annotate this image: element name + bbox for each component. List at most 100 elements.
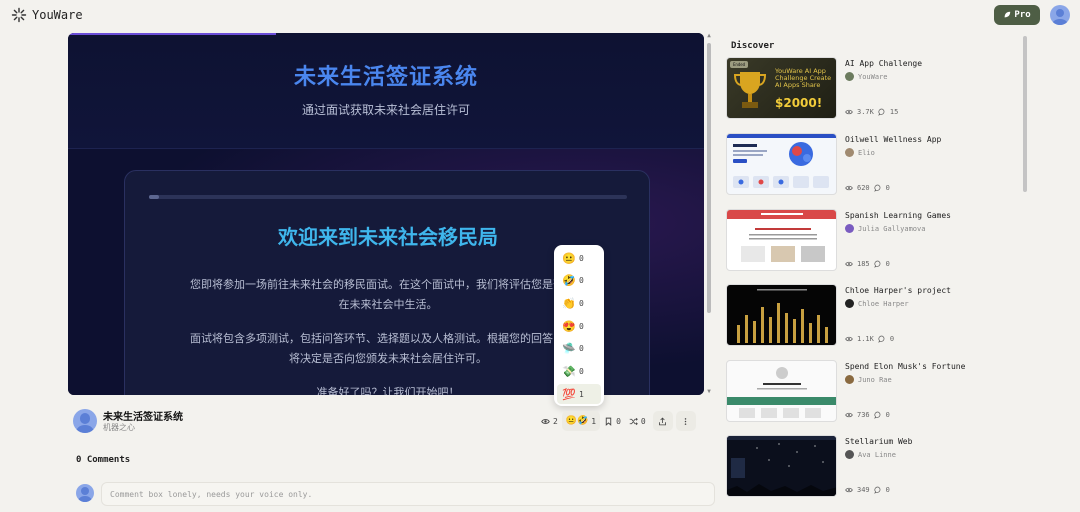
discover-item-title[interactable]: Stellarium Web — [845, 437, 912, 446]
discover-item-author[interactable]: YouWare — [845, 72, 888, 81]
bookmark-count: 0 — [616, 416, 621, 426]
author-avatar — [845, 450, 854, 459]
discover-item-title[interactable]: Chloe Harper's project — [845, 286, 951, 295]
top-bar: YouWare Pro — [0, 0, 1080, 30]
project-name: 未来生活签证系统 — [103, 412, 183, 423]
eye-icon — [845, 261, 853, 267]
scroll-thumb[interactable] — [707, 43, 711, 313]
author-name: YouWare — [858, 72, 888, 81]
stellarium-preview-image — [727, 436, 836, 496]
discover-item[interactable]: Ended YouWare AI App Challenge Create AI… — [726, 57, 1022, 121]
discover-item-author[interactable]: Ava Linne — [845, 450, 896, 459]
reaction-ufo[interactable]: 🛸 0 — [557, 338, 601, 358]
comment-input[interactable] — [101, 482, 715, 506]
discover-item-title[interactable]: Spanish Learning Games — [845, 211, 951, 220]
elon-preview-image — [727, 367, 836, 418]
youware-logo-icon — [11, 7, 27, 23]
project-author[interactable]: 机器之心 — [103, 422, 135, 433]
author-name: Chloe Harper — [858, 299, 909, 308]
discover-item-stats: 1.1K 0 — [845, 335, 894, 343]
views-count: 2 — [553, 416, 558, 426]
discover-item-stats: 185 0 — [845, 260, 890, 268]
discover-thumbnail[interactable] — [726, 133, 837, 195]
reaction-count: 0 — [579, 275, 584, 285]
discover-thumbnail[interactable] — [726, 284, 837, 346]
discover-item[interactable]: Spanish Learning Games Julia Gallyamova … — [726, 209, 1022, 273]
intro-paragraph-1: 您即将参加一场前往未来社会的移民面试。在这个面试中，我们将评估您是否适合在未来社… — [190, 278, 586, 311]
scroll-down-icon[interactable]: ▼ — [706, 389, 712, 395]
user-avatar[interactable] — [1050, 5, 1070, 25]
ufo-icon: 🛸 — [562, 341, 576, 355]
views-count: 620 — [857, 184, 870, 192]
discover-item-title[interactable]: Oilwell Wellness App — [845, 135, 941, 144]
progress-fill — [149, 195, 159, 199]
bookmark-button[interactable]: 0 — [600, 411, 625, 431]
discover-item[interactable]: Oilwell Wellness App Elio 620 0 — [726, 133, 1022, 197]
app-preview[interactable]: 未来生活签证系统 通过面试获取未来社会居住许可 欢迎来到未来社会移民局 您即将参… — [68, 33, 704, 395]
discover-thumbnail[interactable] — [726, 360, 837, 422]
discover-item-author[interactable]: Julia Gallyamova — [845, 224, 925, 233]
reaction-total: 1 — [591, 416, 597, 426]
challenge-text: YouWare AI App Challenge Create AI Apps … — [775, 67, 832, 89]
preview-scrollbar[interactable]: ▲ ▼ — [706, 33, 712, 395]
reaction-neutral[interactable]: 😐 0 — [557, 248, 601, 268]
comments-count: 0 — [885, 411, 890, 419]
reaction-money[interactable]: 💸 0 — [557, 361, 601, 381]
leaf-icon — [1004, 11, 1011, 18]
comment-icon — [878, 108, 885, 116]
eye-icon — [845, 336, 853, 342]
reaction-count: 0 — [579, 343, 584, 353]
discover-item-stats: 620 0 — [845, 184, 890, 192]
eye-icon — [541, 418, 550, 424]
reaction-clap[interactable]: 👏 0 — [557, 293, 601, 313]
discover-thumbnail[interactable] — [726, 209, 837, 271]
discover-item-stats: 349 0 — [845, 486, 890, 494]
views-count: 1.1K — [857, 335, 874, 343]
reaction-count: 1 — [579, 389, 584, 399]
intro-paragraph-2: 面试将包含多项测试，包括问答环节、选择题以及人格测试。根据您的回答，我们将决定是… — [190, 332, 586, 365]
comment-icon — [873, 184, 881, 192]
discover-title: Discover — [731, 41, 775, 51]
comments-count: 0 — [885, 260, 890, 268]
eye-icon — [845, 487, 853, 493]
discover-item-author[interactable]: Juno Rae — [845, 375, 892, 384]
discover-item-author[interactable]: Elio — [845, 148, 875, 157]
discover-thumbnail[interactable]: Ended YouWare AI App Challenge Create AI… — [726, 57, 837, 119]
discover-item-title[interactable]: AI App Challenge — [845, 59, 922, 68]
author-avatar[interactable] — [73, 409, 97, 433]
reaction-hundred[interactable]: 💯 1 — [557, 384, 601, 404]
scroll-up-icon[interactable]: ▲ — [706, 33, 712, 39]
money-wings-icon: 💸 — [562, 364, 576, 378]
discover-scrollbar[interactable] — [1023, 36, 1027, 192]
reaction-heart-eyes[interactable]: 😍 0 — [557, 316, 601, 336]
pro-button[interactable]: Pro — [994, 5, 1040, 25]
neutral-face-icon: 😐 — [562, 251, 576, 265]
comment-icon — [873, 260, 881, 268]
reaction-button[interactable]: 😐🤣 1 — [561, 411, 601, 431]
more-button[interactable] — [675, 411, 696, 431]
bookmark-icon — [605, 417, 612, 426]
discover-item[interactable]: Spend Elon Musk's Fortune Juno Rae 736 0 — [726, 360, 1022, 424]
logo-text: YouWare — [32, 8, 83, 22]
share-icon — [659, 417, 667, 425]
preview-title: 未来生活签证系统 — [293, 65, 478, 90]
share-button[interactable] — [652, 411, 673, 431]
reaction-count: 0 — [579, 253, 584, 263]
discover-item[interactable]: Stellarium Web Ava Linne 349 0 — [726, 435, 1022, 499]
logo[interactable]: YouWare — [11, 7, 83, 23]
discover-item-stats: 736 0 — [845, 411, 890, 419]
discover-item[interactable]: Chloe Harper's project Chloe Harper 1.1K… — [726, 284, 1022, 348]
reaction-rofl[interactable]: 🤣 0 — [557, 270, 601, 290]
reaction-count: 0 — [579, 298, 584, 308]
discover-item-title[interactable]: Spend Elon Musk's Fortune — [845, 362, 965, 371]
views-count: 736 — [857, 411, 870, 419]
author-name: Juno Rae — [858, 375, 892, 384]
shuffle-icon — [629, 417, 638, 425]
discover-thumbnail[interactable] — [726, 435, 837, 497]
discover-item-author[interactable]: Chloe Harper — [845, 299, 909, 308]
eye-icon — [845, 412, 853, 418]
author-name: Elio — [858, 148, 875, 157]
views-stat: 2 — [537, 411, 562, 431]
chloe-preview-image — [737, 289, 828, 343]
remix-button[interactable]: 0 — [625, 411, 650, 431]
